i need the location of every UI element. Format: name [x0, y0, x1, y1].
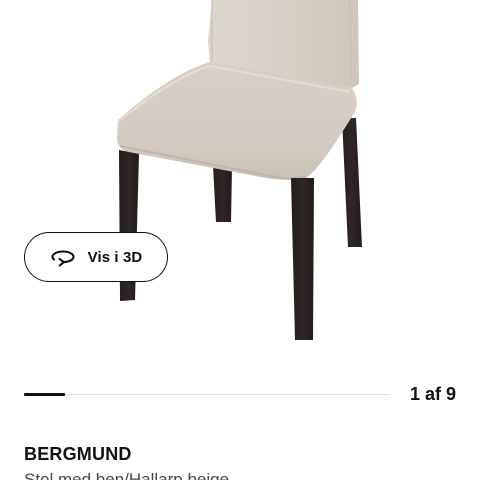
carousel-progress-indicator: [24, 393, 65, 396]
carousel-current-index: 1: [409, 384, 420, 404]
chair-back-right-leg: [342, 118, 362, 247]
chair-front-right-leg: [291, 178, 314, 340]
carousel-total: 9: [445, 384, 456, 404]
product-image[interactable]: [0, 0, 480, 360]
rotate-3d-icon: [50, 247, 76, 267]
carousel-progress-track[interactable]: [24, 393, 390, 396]
carousel-separator: af: [424, 384, 441, 404]
carousel-counter: 1 af 9: [410, 384, 456, 405]
product-page: Vis i 3D 1 af 9 BERGMUND Stol med ben/Ha…: [0, 0, 480, 480]
product-description: Stol med ben/Hallarp beige: [24, 470, 230, 480]
chair-back-left-leg: [213, 166, 232, 222]
view-in-3d-label: Vis i 3D: [87, 248, 143, 266]
product-name[interactable]: BERGMUND: [24, 444, 132, 465]
view-in-3d-button[interactable]: Vis i 3D: [24, 232, 168, 282]
